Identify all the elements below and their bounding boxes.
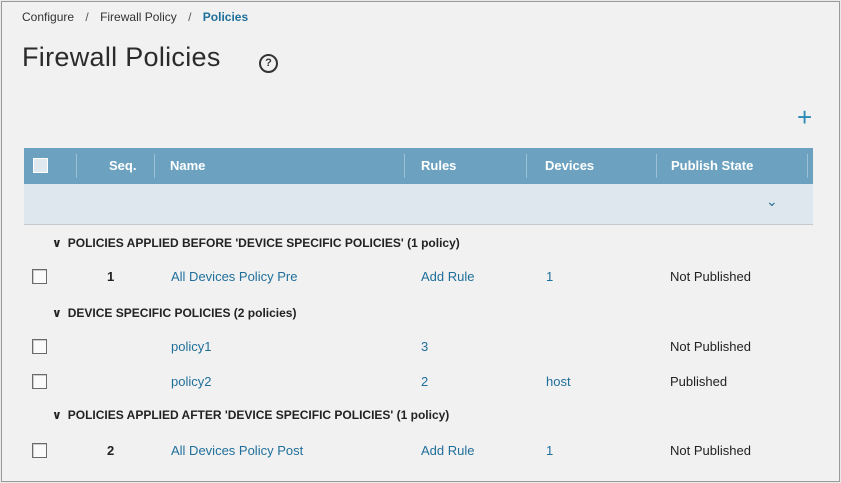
row-checkbox[interactable] (32, 443, 47, 458)
row-publish-state: Published (670, 374, 728, 389)
breadcrumb: Configure / Firewall Policy / Policies (22, 10, 248, 24)
row-checkbox[interactable] (32, 269, 47, 284)
row-add-rule[interactable]: Add Rule (421, 443, 474, 458)
row-devices[interactable]: 1 (546, 443, 553, 458)
table-row: 1 All Devices Policy Pre Add Rule 1 Not … (24, 262, 813, 292)
column-divider (526, 154, 527, 178)
chevron-down-icon[interactable]: ∨ (52, 306, 62, 320)
column-divider (656, 154, 657, 178)
column-divider (76, 154, 77, 178)
row-policy-name[interactable]: All Devices Policy Post (171, 443, 303, 458)
column-divider (154, 154, 155, 178)
breadcrumb-configure[interactable]: Configure (22, 10, 74, 24)
column-header-rules[interactable]: Rules (421, 158, 456, 173)
group-title: POLICIES APPLIED BEFORE 'DEVICE SPECIFIC… (67, 236, 460, 250)
row-rules-count[interactable]: 3 (421, 339, 428, 354)
select-all-checkbox[interactable] (33, 158, 48, 173)
row-devices[interactable]: 1 (546, 269, 553, 284)
breadcrumb-separator: / (188, 10, 192, 24)
breadcrumb-policies: Policies (202, 10, 249, 24)
group-title: POLICIES APPLIED AFTER 'DEVICE SPECIFIC … (67, 408, 450, 422)
row-rules-count[interactable]: 2 (421, 374, 428, 389)
group-header-device-specific[interactable]: ∨ DEVICE SPECIFIC POLICIES (2 policies) (52, 306, 296, 320)
column-header-publish-state[interactable]: Publish State (671, 158, 753, 173)
group-title: DEVICE SPECIFIC POLICIES (2 policies) (67, 306, 297, 320)
row-add-rule[interactable]: Add Rule (421, 269, 474, 284)
column-header-name[interactable]: Name (170, 158, 205, 173)
breadcrumb-separator: / (85, 10, 89, 24)
table-row: 2 All Devices Policy Post Add Rule 1 Not… (24, 436, 813, 466)
column-divider (404, 154, 405, 178)
row-checkbox[interactable] (32, 374, 47, 389)
row-devices[interactable]: host (546, 374, 571, 389)
row-policy-name[interactable]: policy1 (171, 339, 211, 354)
filter-row: ⌄ (24, 184, 813, 225)
chevron-down-icon[interactable]: ⌄ (766, 193, 778, 210)
row-seq: 2 (107, 443, 115, 458)
row-policy-name[interactable]: All Devices Policy Pre (171, 269, 297, 284)
page-title: Firewall Policies (22, 42, 221, 72)
chevron-down-icon[interactable]: ∨ (52, 408, 62, 422)
chevron-down-icon[interactable]: ∨ (52, 236, 62, 250)
column-header-seq[interactable]: Seq. (109, 158, 136, 173)
page-frame: Configure / Firewall Policy / Policies F… (1, 1, 840, 482)
row-publish-state: Not Published (670, 339, 751, 354)
column-divider (807, 154, 808, 178)
column-header-devices[interactable]: Devices (545, 158, 594, 173)
group-header-after[interactable]: ∨ POLICIES APPLIED AFTER 'DEVICE SPECIFIC… (52, 408, 449, 422)
row-publish-state: Not Published (670, 443, 751, 458)
row-policy-name[interactable]: policy2 (171, 374, 211, 389)
row-publish-state: Not Published (670, 269, 751, 284)
table-row: policy1 3 Not Published (24, 332, 813, 362)
group-header-before[interactable]: ∨ POLICIES APPLIED BEFORE 'DEVICE SPECIFI… (52, 236, 460, 250)
table-row: policy2 2 host Published (24, 367, 813, 397)
breadcrumb-firewall-policy[interactable]: Firewall Policy (100, 10, 177, 24)
row-checkbox[interactable] (32, 339, 47, 354)
add-policy-icon[interactable]: + (797, 104, 812, 130)
row-seq: 1 (107, 269, 115, 284)
help-icon[interactable]: ? (259, 54, 278, 73)
table-header: Seq. Name Rules Devices Publish State (24, 148, 813, 184)
